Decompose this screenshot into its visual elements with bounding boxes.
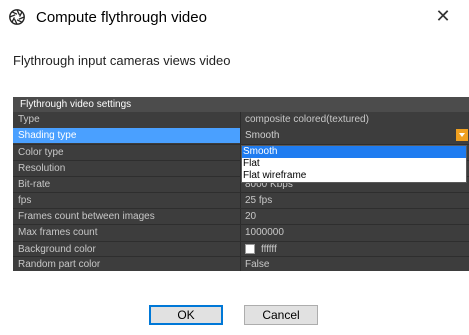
setting-row-fps[interactable]: fps 25 fps	[13, 192, 469, 208]
cancel-button[interactable]: Cancel	[244, 305, 318, 325]
setting-name: Background color	[18, 244, 96, 255]
dialog-description: Flythrough input cameras views video	[13, 53, 231, 68]
setting-value: composite colored(textured)	[245, 114, 369, 125]
close-icon[interactable]: ✕	[430, 6, 456, 28]
setting-value: 25 fps	[245, 195, 273, 206]
shading-type-dropdown[interactable]: Smooth Flat Flat wireframe	[241, 145, 467, 183]
setting-value: ffffff	[261, 244, 277, 255]
color-swatch[interactable]	[245, 244, 255, 254]
setting-name: Color type	[18, 147, 64, 158]
setting-row-background-color[interactable]: Background color ffffff	[13, 241, 469, 257]
setting-name: Shading type	[13, 128, 240, 143]
setting-name: Resolution	[18, 163, 66, 174]
dropdown-option-flat-wireframe[interactable]: Flat wireframe	[242, 170, 466, 182]
setting-row-frames-between[interactable]: Frames count between images 20	[13, 208, 469, 224]
setting-name: Frames count between images	[18, 211, 155, 222]
aperture-icon	[9, 9, 25, 25]
setting-name: fps	[18, 195, 32, 206]
dropdown-option-flat[interactable]: Flat	[242, 158, 466, 170]
settings-panel-last: Random part color False	[13, 256, 469, 271]
title-bar: Compute flythrough video ✕	[0, 0, 469, 36]
setting-row-max-frames[interactable]: Max frames count 1000000	[13, 224, 469, 240]
setting-row-type[interactable]: Type composite colored(textured)	[13, 112, 469, 127]
ok-button[interactable]: OK	[149, 305, 223, 325]
setting-name: Bit-rate	[18, 179, 51, 190]
setting-name: Max frames count	[18, 227, 98, 238]
window-title: Compute flythrough video	[36, 9, 207, 26]
setting-row-shading-type[interactable]: Shading type Smooth	[13, 128, 469, 143]
dropdown-option-smooth[interactable]: Smooth	[242, 146, 466, 158]
setting-name: Random part color	[18, 259, 101, 270]
shading-type-select[interactable]: Smooth	[241, 128, 469, 143]
settings-header: Flythrough video settings	[13, 97, 469, 112]
setting-row-random-part-color[interactable]: Random part color False	[13, 256, 469, 272]
background-color-value[interactable]: ffffff	[241, 242, 469, 257]
setting-value: Smooth	[245, 130, 280, 141]
setting-value: 1000000	[245, 227, 284, 238]
setting-name: Type	[18, 114, 40, 125]
setting-value: False	[245, 259, 270, 270]
setting-value: 20	[245, 211, 257, 222]
chevron-down-icon[interactable]	[456, 129, 468, 141]
